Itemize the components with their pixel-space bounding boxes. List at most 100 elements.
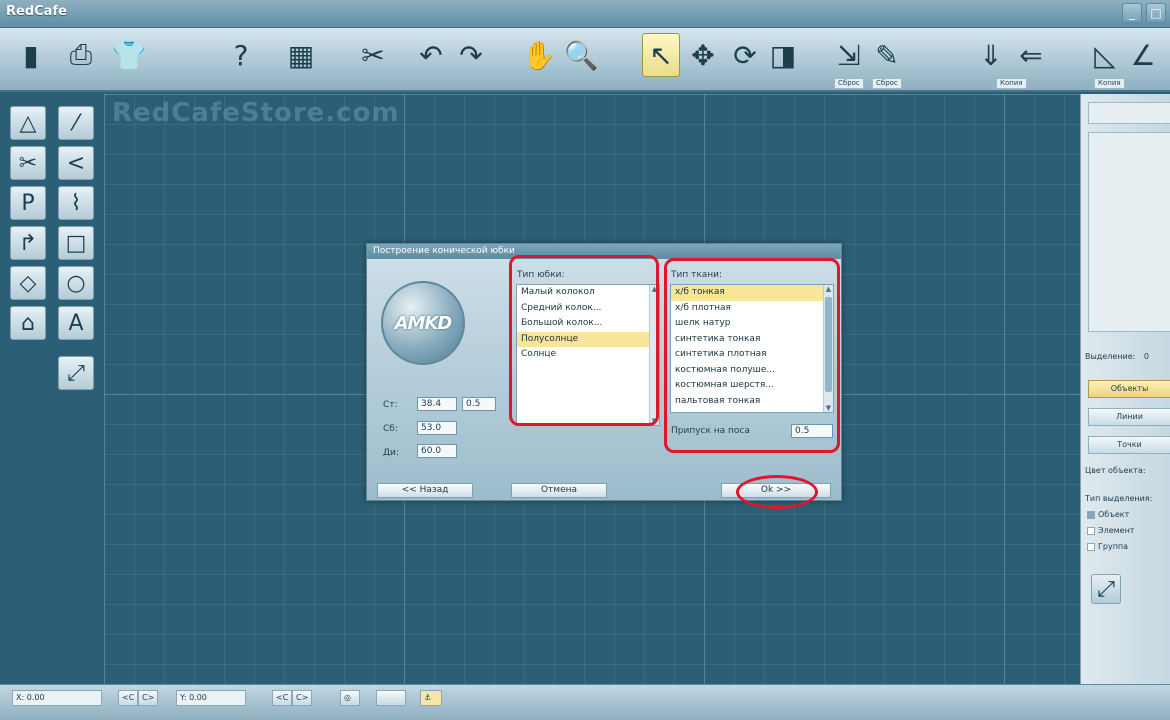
close-icon[interactable]: □ <box>1146 3 1166 23</box>
new-file-icon[interactable]: ▮ <box>12 33 50 77</box>
pencil-icon[interactable]: ✎ <box>868 33 906 77</box>
checkbox-icon[interactable] <box>1087 542 1095 551</box>
st-extra-input[interactable]: 0.5 <box>462 397 496 411</box>
option-object[interactable]: Объект <box>1087 510 1129 519</box>
skirt-type-item[interactable]: Солнце <box>517 347 659 363</box>
di-input[interactable]: 60.0 <box>417 444 457 458</box>
ab-transform-icon[interactable]: ⤢ <box>1091 574 1121 604</box>
objects-button[interactable]: Объекты <box>1088 380 1170 398</box>
diagonal-line-icon[interactable]: ⁄ <box>58 106 94 140</box>
calculator-icon[interactable]: ▦ <box>282 33 320 77</box>
undo-icon[interactable]: ↶ <box>412 33 450 77</box>
selection-label: Выделение: 0 <box>1085 352 1149 361</box>
scroll-up-icon[interactable]: ▲ <box>650 285 659 293</box>
shape-icon[interactable]: ⌂ <box>10 306 46 340</box>
points-button[interactable]: Точки <box>1088 436 1170 454</box>
snap-icon[interactable]: ◎ <box>340 690 360 706</box>
fabric-scroll-thumb[interactable] <box>825 297 832 392</box>
x-prev-button[interactable]: <C <box>118 690 139 706</box>
skirt-type-label: Тип юбки: <box>517 270 565 280</box>
st-input[interactable]: 38.4 <box>417 397 457 411</box>
fabric-type-list[interactable]: х/б тонкая х/б плотная шелк натур синтетика… <box>670 284 834 413</box>
fabric-type-item[interactable]: х/б плотная <box>671 301 833 317</box>
fabric-type-items: х/б тонкая х/б плотная шелк натур синтетика… <box>671 285 833 409</box>
p-tool-icon[interactable]: P <box>10 186 46 220</box>
fabric-type-item[interactable]: синтетика плотная <box>671 347 833 363</box>
skirt-type-item[interactable]: Полусолнце <box>517 331 659 347</box>
polygon-icon[interactable]: ◇ <box>10 266 46 300</box>
scroll-down-icon[interactable]: ▼ <box>650 417 659 425</box>
skirt-type-item[interactable]: Средний колок... <box>517 301 659 317</box>
garment-icon[interactable]: 👕 <box>110 33 148 77</box>
minimize-icon[interactable]: _ <box>1122 3 1142 23</box>
scissors-icon[interactable]: ✂ <box>10 146 46 180</box>
curve-icon[interactable]: ⌇ <box>58 186 94 220</box>
scale-icon[interactable]: ⤢ <box>58 356 94 390</box>
back-button[interactable]: << Назад <box>377 483 473 498</box>
allowance-input[interactable]: 0.5 <box>791 424 833 438</box>
fabric-type-item[interactable]: х/б тонкая <box>671 285 833 301</box>
title-bar: RedCafe _ □ <box>0 0 1170 28</box>
skirt-type-item[interactable]: Большой колок... <box>517 316 659 332</box>
fabric-scrollbar[interactable]: ▲ ▼ <box>823 285 833 412</box>
y-prev-button[interactable]: <C <box>272 690 293 706</box>
amkd-logo: AMKD <box>381 281 465 365</box>
skirt-type-items: Малый колокол Средний колок... Большой кол… <box>517 285 659 363</box>
measure-icon[interactable]: ◺ <box>1086 33 1124 77</box>
dialog-title: Построение конической юбки <box>367 244 841 259</box>
tools-icon[interactable]: ✂ <box>354 33 392 77</box>
text-icon[interactable]: A <box>58 306 94 340</box>
preview-header <box>1088 102 1170 124</box>
app-title: RedCafe <box>6 4 67 19</box>
watermark: RedCafeStore.com <box>112 98 400 128</box>
y-coordinate: Y: 0.00 <box>176 690 246 706</box>
fabric-type-item[interactable]: синтетика тонкая <box>671 332 833 348</box>
sb-label: Сб: <box>383 424 398 434</box>
copy-left-icon[interactable]: ⇐ <box>1012 33 1050 77</box>
move-icon[interactable]: ✥ <box>684 33 722 77</box>
main-toolbar: ▮ ⎙ 👕 ? ▦ ✂ ↶ ↷ ✋ 🔍 ↖ ✥ ⟳ ◨ ⇲ ✎ Сброс Сб… <box>0 28 1170 92</box>
fabric-type-label: Тип ткани: <box>671 270 723 280</box>
hand-icon[interactable]: ✋ <box>520 33 558 77</box>
lines-button[interactable]: Линии <box>1088 408 1170 426</box>
rectangle-icon[interactable]: □ <box>58 226 94 260</box>
zoom-icon[interactable]: 🔍 <box>562 33 600 77</box>
x-next-button[interactable]: C> <box>138 690 159 706</box>
redo-icon[interactable]: ↷ <box>452 33 490 77</box>
scroll-down-icon[interactable]: ▼ <box>824 404 833 412</box>
select-arrow-icon[interactable]: ↖ <box>642 33 680 77</box>
st-label: Ст: <box>383 400 398 410</box>
print-icon[interactable]: ⎙ <box>62 33 100 77</box>
arc-icon[interactable]: ↱ <box>10 226 46 260</box>
option-group[interactable]: Группа <box>1087 542 1128 551</box>
cancel-button[interactable]: Отмена <box>511 483 607 498</box>
blank-button[interactable] <box>376 690 406 706</box>
angle-line-icon[interactable]: < <box>58 146 94 180</box>
mirror-icon[interactable]: ◨ <box>764 33 802 77</box>
help-icon[interactable]: ? <box>222 33 260 77</box>
rotate-icon[interactable]: ⟳ <box>726 33 764 77</box>
fabric-type-item[interactable]: шелк натур <box>671 316 833 332</box>
magnet-icon[interactable]: ⚓ <box>420 690 442 706</box>
angle-icon[interactable]: ∠ <box>1124 33 1162 77</box>
option-element[interactable]: Элемент <box>1087 526 1134 535</box>
copy-down-icon[interactable]: ⇓ <box>972 33 1010 77</box>
y-next-button[interactable]: C> <box>292 690 313 706</box>
fabric-type-item[interactable]: пальтовая тонкая <box>671 394 833 410</box>
ok-button[interactable]: Ok >> <box>721 483 831 498</box>
skirt-scrollbar[interactable]: ▲ ▼ <box>649 285 659 425</box>
checkbox-icon[interactable] <box>1087 510 1095 519</box>
triangle-icon[interactable]: △ <box>10 106 46 140</box>
scroll-up-icon[interactable]: ▲ <box>824 285 833 293</box>
fabric-type-item[interactable]: костюмная полуше... <box>671 363 833 379</box>
fabric-type-item[interactable]: костюмная шерстя... <box>671 378 833 394</box>
circle-icon[interactable]: ○ <box>58 266 94 300</box>
reset-label-1: Сброс <box>834 78 864 89</box>
selection-type-label: Тип выделения: <box>1085 494 1153 503</box>
checkbox-icon[interactable] <box>1087 526 1095 535</box>
skirt-type-item[interactable]: Малый колокол <box>517 285 659 301</box>
sb-input[interactable]: 53.0 <box>417 421 457 435</box>
flip-icon[interactable]: ⇲ <box>830 33 868 77</box>
skirt-type-list[interactable]: Малый колокол Средний колок... Большой кол… <box>516 284 660 426</box>
copy-label-1: Копия <box>996 78 1027 89</box>
